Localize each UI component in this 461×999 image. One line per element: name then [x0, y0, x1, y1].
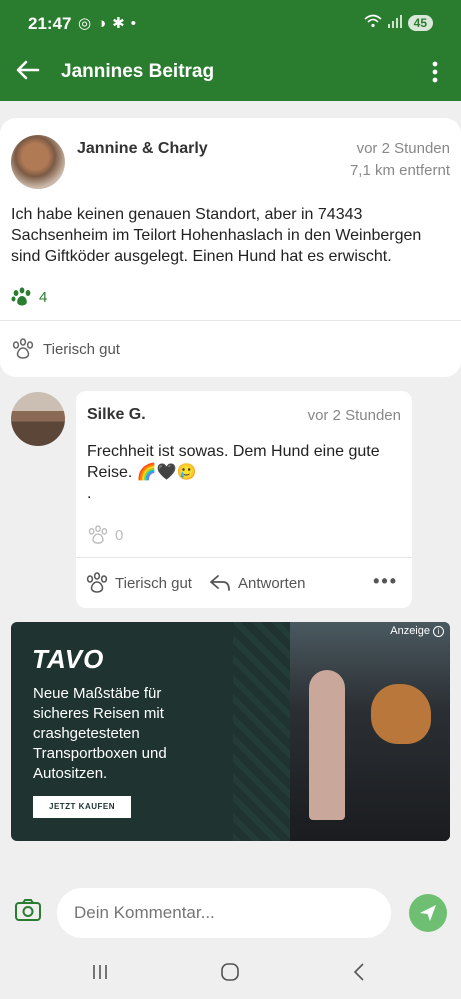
home-button[interactable]	[220, 962, 240, 987]
comment-text-extra: .	[87, 485, 92, 502]
info-icon: i	[433, 625, 444, 637]
ad-tag[interactable]: Anzeige i	[390, 625, 444, 637]
post-text: Ich habe keinen genauen Standort, aber i…	[11, 206, 422, 265]
more-horiz-icon[interactable]: •••	[373, 571, 398, 592]
notification-icons: ◎◑✱•	[78, 15, 142, 32]
reply-label: Antworten	[237, 574, 306, 592]
paw-outline-icon	[86, 572, 108, 593]
post-distance: 7,1 km entfernt	[349, 162, 450, 179]
reply-button[interactable]: Antworten	[208, 573, 306, 593]
wifi-icon	[364, 14, 382, 31]
back-nav-button[interactable]	[350, 962, 370, 987]
post-author[interactable]: Jannine & Charly	[77, 140, 208, 158]
status-right: 45	[364, 14, 433, 31]
post-like-count[interactable]: 4	[11, 287, 47, 307]
send-button[interactable]	[409, 894, 447, 932]
comment-like-value: 0	[115, 526, 124, 544]
status-time: 21:47	[28, 14, 72, 33]
ad-dog-shape	[371, 684, 431, 744]
comment-tierisch-gut-button[interactable]: Tierisch gut	[85, 572, 192, 594]
tierisch-gut-button[interactable]: Tierisch gut	[11, 338, 120, 360]
camera-button[interactable]	[14, 898, 44, 926]
ad-banner[interactable]: TAVO Neue Maßstäbe für sicheres Reisen m…	[11, 622, 450, 841]
ad-pattern	[233, 622, 293, 841]
home-icon	[221, 963, 239, 981]
comment-text-main: Frechheit ist sowas. Dem Hund eine gute …	[87, 443, 380, 481]
overflow-menu-button[interactable]	[425, 58, 445, 86]
comment-text: Frechheit ist sowas. Dem Hund eine gute …	[87, 441, 407, 504]
signal-icon	[387, 14, 402, 31]
divider	[76, 557, 412, 558]
page-title: Jannines Beitrag	[61, 61, 215, 82]
like-count-value: 4	[39, 288, 48, 306]
ad-cta-button[interactable]: JETZT KAUFEN	[33, 796, 131, 818]
divider	[0, 320, 461, 321]
comment-composer	[0, 880, 461, 944]
paw-outline-icon	[88, 525, 108, 544]
avatar[interactable]	[11, 135, 65, 189]
camera-icon	[15, 899, 41, 921]
app-bar: 21:47 ◎◑✱• 45 Jannines Beitrag	[0, 0, 461, 101]
comment-reaction-label: Tierisch gut	[115, 574, 192, 592]
comment-like-count[interactable]: 0	[87, 525, 123, 545]
system-nav-bar	[0, 948, 461, 999]
comment-time: vor 2 Stunden	[307, 407, 401, 424]
paw-outline-icon	[12, 338, 34, 359]
comment-input[interactable]	[57, 888, 391, 938]
back-button[interactable]	[12, 54, 44, 86]
comment-author[interactable]: Silke G.	[87, 406, 146, 424]
battery-badge: 45	[407, 14, 433, 31]
recents-icon	[93, 965, 107, 979]
arrow-left-icon	[16, 60, 40, 80]
paw-icon	[11, 287, 31, 306]
ad-logo: TAVO	[32, 644, 105, 674]
comment-card: Silke G. vor 2 Stunden Frechheit ist sow…	[76, 391, 412, 608]
comment-actions: Tierisch gut Antworten	[85, 572, 322, 594]
ad-headline: Neue Maßstäbe für sicheres Reisen mit cr…	[33, 685, 167, 782]
more-vert-icon	[432, 61, 438, 83]
post-card: Jannine & Charly vor 2 Stunden 7,1 km en…	[0, 118, 461, 377]
chevron-left-icon	[353, 963, 364, 981]
toolbar: Jannines Beitrag	[0, 48, 461, 96]
status-bar: 21:47 ◎◑✱• 45	[0, 0, 461, 48]
comment-avatar[interactable]	[11, 392, 65, 446]
send-icon	[420, 905, 436, 921]
post-time: vor 2 Stunden	[356, 140, 450, 157]
ad-tag-label: Anzeige	[390, 625, 430, 637]
reaction-label: Tierisch gut	[43, 340, 120, 358]
ad-person-shape	[309, 670, 345, 820]
reply-icon	[210, 575, 230, 591]
recents-button[interactable]	[90, 962, 110, 987]
